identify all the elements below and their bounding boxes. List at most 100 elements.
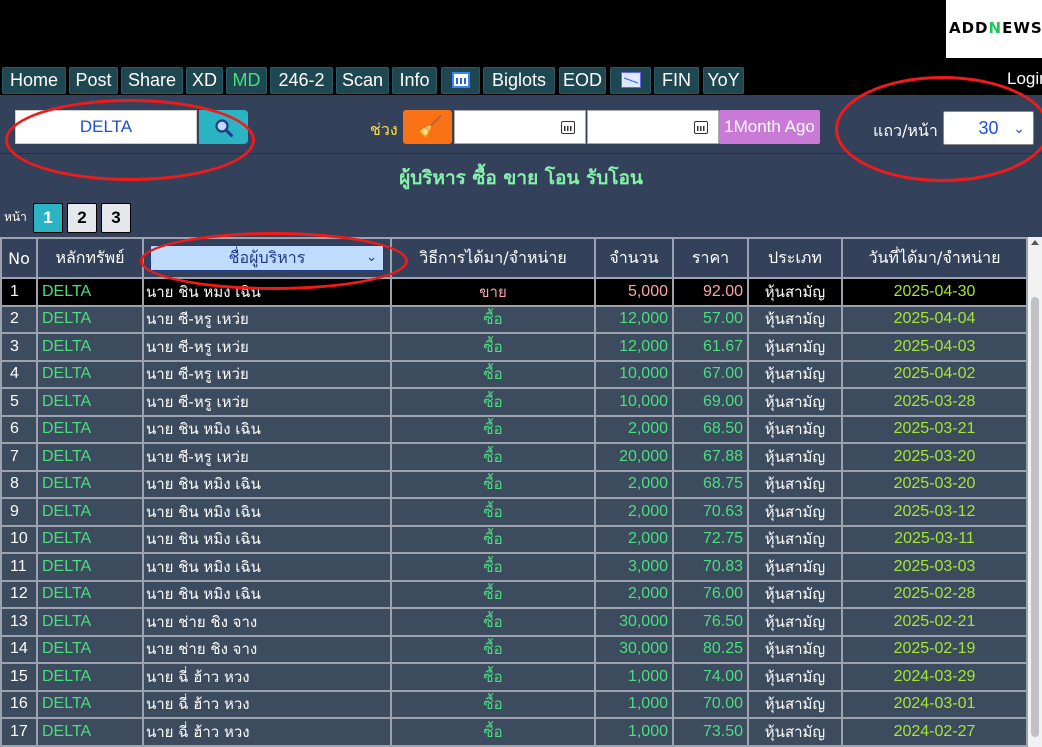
- nav-item-246-2[interactable]: 246-2: [270, 67, 333, 94]
- nav-item-biglots[interactable]: Biglots: [483, 67, 555, 94]
- row-number: 17: [2, 719, 36, 745]
- login-link[interactable]: Login: [1007, 69, 1042, 89]
- executive-name-filter-select[interactable]: ชื่อผู้บริหาร ⌄: [150, 245, 384, 271]
- table-row[interactable]: 17 DELTA นาย ฉี่ ฮ้าว หวง ซื้อ 1,000 73.50 หุ้…: [2, 719, 1026, 745]
- nav-item-home[interactable]: Home: [2, 67, 66, 94]
- insider-trades-table: No หลักทรัพย์ ชื่อผู้บริหาร ⌄ วิธีการได้…: [0, 237, 1028, 747]
- table-row[interactable]: 11 DELTA นาย ชิน หมิง เฉิน ซื้อ 3,000 70.83 หุ…: [2, 554, 1026, 580]
- table-row[interactable]: 7 DELTA นาย ซี-หรู เหว่ย ซื้อ 20,000 67.88 หุ้…: [2, 444, 1026, 470]
- page-button-3[interactable]: 3: [101, 203, 131, 233]
- row-number: 3: [2, 334, 36, 360]
- clear-dates-button[interactable]: 🧹: [403, 110, 452, 144]
- page-button-1[interactable]: 1: [33, 203, 63, 233]
- executive-name-cell: นาย ชิน หมิง เฉิน: [144, 554, 390, 580]
- column-header-no[interactable]: No: [2, 239, 36, 277]
- symbol-search-input[interactable]: DELTA: [15, 110, 197, 144]
- nav-item-md[interactable]: MD: [226, 67, 267, 94]
- method-cell: ซื้อ: [392, 416, 594, 442]
- row-number: 15: [2, 664, 36, 690]
- date-range-label: ช่วง: [370, 120, 398, 139]
- price-cell: 72.75: [674, 526, 747, 552]
- row-number: 14: [2, 636, 36, 662]
- nav-item-yoy[interactable]: YoY: [703, 67, 744, 94]
- security-type-cell: หุ้นสามัญ: [749, 279, 841, 305]
- nav-item-post[interactable]: Post: [69, 67, 118, 94]
- executive-name-cell: นาย ชิน หมิง เฉิน: [144, 279, 390, 305]
- date-cell: 2025-03-03: [843, 554, 1026, 580]
- page-button-2[interactable]: 2: [67, 203, 97, 233]
- executive-name-cell: นาย ซี-หรู เหว่ย: [144, 444, 390, 470]
- security-type-cell: หุ้นสามัญ: [749, 691, 841, 717]
- table-row[interactable]: 5 DELTA นาย ซี-หรู เหว่ย ซื้อ 10,000 69.00 หุ้…: [2, 389, 1026, 415]
- table-row[interactable]: 12 DELTA นาย ชิน หมิง เฉิน ซื้อ 2,000 76.00 หุ…: [2, 581, 1026, 607]
- table-row[interactable]: 1 DELTA นาย ชิน หมิง เฉิน ขาย 5,000 92.00 หุ้น…: [2, 279, 1026, 305]
- security-type-cell: หุ้นสามัญ: [749, 416, 841, 442]
- table-row[interactable]: 6 DELTA นาย ชิน หมิง เฉิน ซื้อ 2,000 68.50 หุ้…: [2, 416, 1026, 442]
- table-row[interactable]: 13 DELTA นาย ช่าย ชิง จาง ซื้อ 30,000 76.50 หุ…: [2, 609, 1026, 635]
- security-type-cell: หุ้นสามัญ: [749, 444, 841, 470]
- table-row[interactable]: 3 DELTA นาย ซี-หรู เหว่ย ซื้อ 12,000 61.67 หุ้…: [2, 334, 1026, 360]
- column-header-method[interactable]: วิธีการได้มา/จำหน่าย: [392, 239, 594, 277]
- volume-cell: 5,000: [596, 279, 672, 305]
- executive-name-cell: นาย ช่าย ชิง จาง: [144, 609, 390, 635]
- volume-cell: 2,000: [596, 471, 672, 497]
- table-row[interactable]: 15 DELTA นาย ฉี่ ฮ้าว หวง ซื้อ 1,000 74.00 หุ้…: [2, 664, 1026, 690]
- volume-cell: 2,000: [596, 581, 672, 607]
- calendar-icon[interactable]: [561, 121, 575, 134]
- method-cell: ซื้อ: [392, 719, 594, 745]
- column-header-date[interactable]: วันที่ได้มา/จำหน่าย: [843, 239, 1026, 277]
- security-type-cell: หุ้นสามัญ: [749, 719, 841, 745]
- method-cell: ซื้อ: [392, 389, 594, 415]
- nav-item-info[interactable]: Info: [392, 67, 437, 94]
- rows-per-page-select[interactable]: 30 ⌄: [943, 111, 1034, 145]
- nav-item-share[interactable]: Share: [121, 67, 183, 94]
- method-cell: ขาย: [392, 279, 594, 305]
- table-row[interactable]: 2 DELTA นาย ซี-หรู เหว่ย ซื้อ 12,000 57.00 หุ้…: [2, 306, 1026, 332]
- nav-chart-button[interactable]: [610, 67, 651, 94]
- table-row[interactable]: 4 DELTA นาย ซี-หรู เหว่ย ซื้อ 10,000 67.00 หุ้…: [2, 361, 1026, 387]
- search-button[interactable]: [199, 110, 248, 144]
- scrollbar-thumb[interactable]: [1031, 297, 1039, 737]
- table-row[interactable]: 14 DELTA นาย ช่าย ชิง จาง ซื้อ 30,000 80.25 หุ…: [2, 636, 1026, 662]
- table-row[interactable]: 9 DELTA นาย ชิน หมิง เฉิน ซื้อ 2,000 70.63 หุ้…: [2, 499, 1026, 525]
- symbol-cell: DELTA: [38, 499, 142, 525]
- security-type-cell: หุ้นสามัญ: [749, 554, 841, 580]
- table-row[interactable]: 10 DELTA นาย ชิน หมิง เฉิน ซื้อ 2,000 72.75 หุ…: [2, 526, 1026, 552]
- column-header-volume[interactable]: จำนวน: [596, 239, 672, 277]
- end-date-input[interactable]: [587, 110, 719, 144]
- chevron-down-icon: ⌄: [1013, 120, 1025, 136]
- executive-name-cell: นาย ชิน หมิง เฉิน: [144, 499, 390, 525]
- method-cell: ซื้อ: [392, 444, 594, 470]
- search-icon: [215, 119, 233, 137]
- column-header-symbol[interactable]: หลักทรัพย์: [38, 239, 142, 277]
- site-logo[interactable]: ADDNEWSS: [946, 0, 1042, 58]
- row-number: 9: [2, 499, 36, 525]
- volume-cell: 2,000: [596, 499, 672, 525]
- symbol-cell: DELTA: [38, 719, 142, 745]
- nav-item-eod[interactable]: EOD: [559, 67, 606, 94]
- nav-item-fin[interactable]: FIN: [654, 67, 699, 94]
- executive-name-cell: นาย ซี-หรู เหว่ย: [144, 389, 390, 415]
- one-month-ago-button[interactable]: 1Month Ago: [719, 110, 820, 144]
- table-scrollbar[interactable]: [1028, 237, 1042, 747]
- security-type-cell: หุ้นสามัญ: [749, 499, 841, 525]
- nav-item-xd[interactable]: XD: [186, 67, 223, 94]
- table-row[interactable]: 16 DELTA นาย ฉี่ ฮ้าว หวง ซื้อ 1,000 70.00 หุ้…: [2, 691, 1026, 717]
- price-cell: 68.75: [674, 471, 747, 497]
- security-type-cell: หุ้นสามัญ: [749, 471, 841, 497]
- column-header-name[interactable]: ชื่อผู้บริหาร ⌄: [144, 239, 390, 277]
- nav-calendar-button[interactable]: [441, 67, 480, 94]
- nav-item-scan[interactable]: Scan: [336, 67, 389, 94]
- start-date-input[interactable]: [454, 110, 586, 144]
- column-header-price[interactable]: ราคา: [674, 239, 747, 277]
- scroll-up-arrow-icon[interactable]: [1031, 240, 1039, 245]
- volume-cell: 20,000: [596, 444, 672, 470]
- calendar-icon[interactable]: [694, 121, 708, 134]
- price-cell: 76.00: [674, 581, 747, 607]
- table-row[interactable]: 8 DELTA นาย ชิน หมิง เฉิน ซื้อ 2,000 68.75 หุ้…: [2, 471, 1026, 497]
- insider-table-container: No หลักทรัพย์ ชื่อผู้บริหาร ⌄ วิธีการได้…: [0, 237, 1028, 747]
- column-header-type[interactable]: ประเภท: [749, 239, 841, 277]
- date-cell: 2025-03-20: [843, 471, 1026, 497]
- method-cell: ซื้อ: [392, 526, 594, 552]
- symbol-cell: DELTA: [38, 471, 142, 497]
